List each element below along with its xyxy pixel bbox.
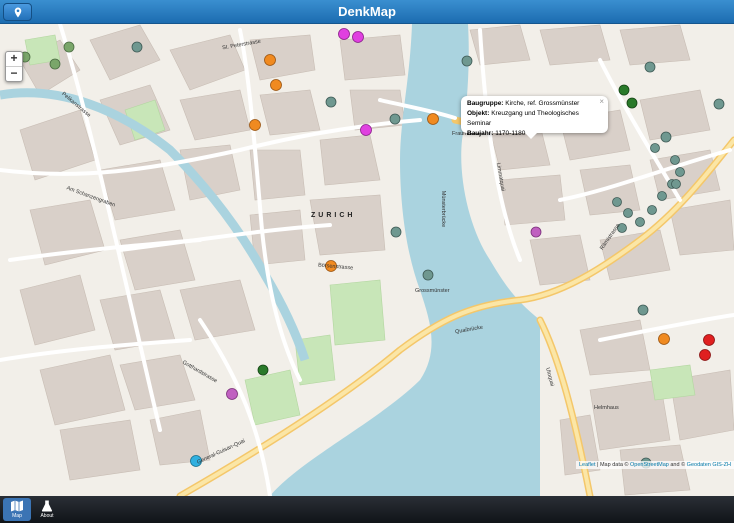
heritage-marker[interactable] bbox=[660, 131, 672, 143]
heritage-marker[interactable] bbox=[63, 41, 75, 53]
map-base[interactable] bbox=[0, 24, 734, 496]
heritage-marker[interactable] bbox=[338, 28, 350, 40]
heritage-marker[interactable] bbox=[644, 61, 656, 73]
heritage-marker[interactable] bbox=[390, 226, 402, 238]
heritage-marker[interactable] bbox=[671, 179, 681, 189]
heritage-marker[interactable] bbox=[657, 191, 667, 201]
popup-row-objekt: Objekt: Kreuzgang und Theologisches Semi… bbox=[467, 110, 579, 127]
tab-about[interactable]: About bbox=[33, 498, 61, 521]
heritage-marker[interactable] bbox=[226, 388, 238, 400]
heritage-marker[interactable] bbox=[389, 113, 401, 125]
heritage-marker[interactable] bbox=[264, 54, 276, 66]
app-header: DenkMap bbox=[0, 0, 734, 24]
heritage-marker[interactable] bbox=[623, 208, 633, 218]
heritage-marker[interactable] bbox=[131, 41, 143, 53]
heritage-marker[interactable] bbox=[658, 333, 670, 345]
osm-link[interactable]: OpenStreetMap bbox=[630, 462, 669, 468]
heritage-marker[interactable] bbox=[713, 98, 725, 110]
geodaten-link[interactable]: Geodaten GIS-ZH bbox=[687, 462, 731, 468]
tab-about-label: About bbox=[40, 513, 54, 519]
heritage-marker[interactable] bbox=[635, 217, 645, 227]
city-label: ZURICH bbox=[311, 212, 356, 219]
map-view[interactable]: ZURICH St. Peterstrasse Pelikanstrasse A… bbox=[0, 24, 734, 496]
heritage-marker[interactable] bbox=[618, 84, 630, 96]
flask-icon bbox=[41, 500, 53, 512]
heritage-marker[interactable] bbox=[637, 304, 649, 316]
street-label: Münsterbrücke bbox=[440, 190, 447, 228]
popup-tip bbox=[525, 133, 537, 139]
heritage-marker[interactable] bbox=[49, 58, 61, 70]
info-popup: × Baugruppe: Kirche, ref. Grossmünster O… bbox=[461, 96, 608, 139]
heritage-marker[interactable] bbox=[422, 269, 434, 281]
heritage-marker[interactable] bbox=[670, 155, 680, 165]
heritage-marker[interactable] bbox=[647, 205, 657, 215]
heritage-marker[interactable] bbox=[675, 167, 685, 177]
heritage-marker[interactable] bbox=[612, 197, 622, 207]
leaflet-link[interactable]: Leaflet bbox=[579, 462, 596, 468]
tab-map-label: Map bbox=[12, 513, 22, 519]
zoom-control: + − bbox=[5, 51, 23, 82]
heritage-marker[interactable] bbox=[699, 349, 711, 361]
heritage-marker[interactable] bbox=[626, 97, 638, 109]
popup-close-button[interactable]: × bbox=[599, 97, 604, 107]
map-attribution: Leaflet | Map data © OpenStreetMap and ©… bbox=[575, 461, 734, 469]
tab-map[interactable]: Map bbox=[3, 498, 31, 521]
popup-row-baugruppe: Baugruppe: Kirche, ref. Grossmünster bbox=[467, 100, 580, 107]
street-label: Grossmünster bbox=[415, 288, 450, 294]
heritage-marker[interactable] bbox=[461, 55, 473, 67]
map-icon bbox=[11, 500, 23, 512]
heritage-marker[interactable] bbox=[427, 113, 439, 125]
heritage-marker[interactable] bbox=[703, 334, 715, 346]
heritage-marker[interactable] bbox=[257, 364, 269, 376]
street-label: Helmhaus bbox=[594, 405, 619, 411]
heritage-marker[interactable] bbox=[650, 143, 660, 153]
app-title: DenkMap bbox=[338, 4, 396, 19]
zoom-out-button[interactable]: − bbox=[6, 66, 22, 81]
heritage-marker[interactable] bbox=[249, 119, 261, 131]
heritage-marker[interactable] bbox=[530, 226, 542, 238]
heritage-marker[interactable] bbox=[325, 96, 337, 108]
heritage-marker[interactable] bbox=[360, 124, 372, 136]
heritage-marker[interactable] bbox=[352, 31, 364, 43]
tab-bar: Map About bbox=[0, 496, 734, 523]
zoom-in-button[interactable]: + bbox=[6, 52, 22, 66]
heritage-marker[interactable] bbox=[270, 79, 282, 91]
